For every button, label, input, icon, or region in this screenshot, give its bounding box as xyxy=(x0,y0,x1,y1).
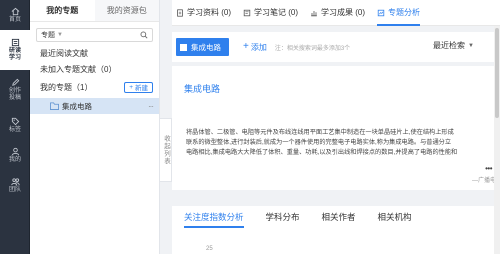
tab-subject-distribution[interactable]: 学科分布 xyxy=(266,206,300,228)
tab-related-authors[interactable]: 相关作者 xyxy=(322,206,356,228)
document-icon xyxy=(177,8,183,17)
content-tabs: 学习资料 (0) 学习笔记 (0) 学习成果 (0) 专题分析 xyxy=(172,0,500,26)
topic-item[interactable]: 集成电路 ··· xyxy=(30,98,159,114)
plus-icon: + xyxy=(129,83,133,91)
keyword-limit-note: 注：相关搜索词最多添加3个 xyxy=(274,45,351,52)
tab-my-resource-packs[interactable]: 我的资源包 xyxy=(95,0,160,21)
checkbox-icon xyxy=(180,43,187,51)
chevron-down-icon: ▼ xyxy=(468,42,474,49)
rail-item-home[interactable]: 首页 xyxy=(0,0,30,30)
rail-item-label: 首页 xyxy=(8,16,21,23)
topic-definition-card: 集成电路 将晶体管、二极管、电阻等元件及布线连线用平面工艺集中制造在一块单晶硅片… xyxy=(172,66,500,190)
tab-study-materials[interactable]: 学习资料 (0) xyxy=(176,0,231,26)
search-icon[interactable] xyxy=(140,31,148,39)
rail-item-label: 团队 xyxy=(8,186,21,193)
recent-docs-link[interactable]: 最近阅读文献 xyxy=(30,46,159,62)
expand-more-icon[interactable]: ••• xyxy=(485,164,492,173)
plus-icon: + xyxy=(243,41,249,52)
note-icon xyxy=(243,9,251,16)
home-icon xyxy=(11,7,19,15)
description-line: 电路相比,集成电路大大降低了体积、重量、功耗,以及引出线和焊接点的数目,并提高了… xyxy=(186,149,458,156)
tab-attention-index[interactable]: 关注度指数分析 xyxy=(184,206,244,228)
card-source: —广播电 xyxy=(471,178,496,184)
add-keyword-button[interactable]: + 添加 xyxy=(243,42,267,53)
folder-icon xyxy=(50,102,59,110)
card-title[interactable]: 集成电路 xyxy=(184,82,220,95)
topic-label: 集成电路 xyxy=(62,101,92,111)
tab-topic-analysis[interactable]: 专题分析 xyxy=(377,0,420,26)
tab-label: 学习资料 (0) xyxy=(187,8,231,17)
sort-dropdown[interactable]: 最近检索 ▼ xyxy=(433,40,474,51)
chart-axis-tick: 25 xyxy=(206,246,213,252)
topic-action-bar: 集成电路 + 添加 注：相关搜索词最多添加3个 最近检索 ▼ xyxy=(172,32,500,62)
topics-panel: 我的专题 我的资源包 专题 ▼ 最近阅读文献 未加入专题文献（0） 我的专题（1… xyxy=(30,0,160,254)
analysis-tabs: 关注度指数分析 学科分布 相关作者 相关机构 xyxy=(172,206,500,228)
new-topic-button[interactable]: + 新建 xyxy=(124,81,153,93)
user-icon xyxy=(11,147,19,155)
rail-item-me[interactable]: 我的 xyxy=(0,140,30,170)
tab-study-notes[interactable]: 学习笔记 (0) xyxy=(243,0,298,26)
topic-search-input[interactable]: 专题 ▼ xyxy=(36,28,153,42)
new-topic-label: 新建 xyxy=(135,85,148,92)
main-area: 学习资料 (0) 学习笔记 (0) 学习成果 (0) 专题分析 集成电路 + 添… xyxy=(172,0,500,254)
study-icon xyxy=(11,38,19,47)
tab-study-results[interactable]: 学习成果 (0) xyxy=(310,0,365,26)
result-icon xyxy=(311,10,317,16)
description-line: 将晶体管、二极管、电阻等元件及布线连线用平面工艺集中制造在一块单晶硅片上,使在结… xyxy=(186,129,454,136)
chevron-down-icon[interactable]: ▼ xyxy=(57,32,63,38)
scrollbar-thumb[interactable] xyxy=(495,28,499,118)
tab-label: 学习笔记 (0) xyxy=(254,8,298,17)
tag-icon xyxy=(11,117,19,125)
search-scope-select[interactable]: 专题 xyxy=(41,30,55,40)
collapse-list-handle[interactable]: 收起列表 xyxy=(160,118,172,182)
topic-keyword-button[interactable]: 集成电路 xyxy=(176,38,229,56)
rail-item-label: 标签 xyxy=(8,126,21,133)
rail-item-create[interactable]: 创作投稿 xyxy=(0,70,30,110)
card-description: 将晶体管、二极管、电阻等元件及布线连线用平面工艺集中制造在一块单晶硅片上,使在结… xyxy=(186,128,498,158)
rail-item-label: 我的 xyxy=(8,156,21,163)
rail-item-team[interactable]: 团队 xyxy=(0,170,30,200)
tab-related-institutions[interactable]: 相关机构 xyxy=(378,206,412,228)
rail-item-study[interactable]: 研读学习 xyxy=(0,30,30,70)
left-nav-rail: 首页 研读学习 创作投稿 标签 我的 团队 xyxy=(0,0,30,254)
create-icon xyxy=(11,78,19,86)
tab-label: 专题分析 xyxy=(388,8,420,17)
rail-item-label: 研读学习 xyxy=(8,48,21,61)
add-keyword-label: 添加 xyxy=(250,42,267,52)
not-added-docs-link[interactable]: 未加入专题文献（0） xyxy=(30,62,159,78)
sort-label: 最近检索 xyxy=(433,41,466,50)
analysis-icon xyxy=(377,9,385,16)
panel-tabs: 我的专题 我的资源包 xyxy=(30,0,159,22)
rail-item-label: 创作投稿 xyxy=(8,88,21,101)
my-topics-header: 我的专题（1） + 新建 xyxy=(30,78,159,96)
analysis-section: 关注度指数分析 学科分布 相关作者 相关机构 25 xyxy=(172,206,500,254)
rail-item-tag[interactable]: 标签 xyxy=(0,110,30,140)
tab-label: 学习成果 (0) xyxy=(321,8,365,17)
my-topics-label: 我的专题（1） xyxy=(40,82,93,92)
description-line: 联系的微型整体,进行封装后,就成为一个器件使用的完整电子电路实体,称为集成电路。… xyxy=(186,139,452,146)
tab-my-topics[interactable]: 我的专题 xyxy=(30,0,95,21)
more-options-icon[interactable]: ··· xyxy=(148,102,154,111)
team-icon xyxy=(10,177,20,185)
topic-keyword-label: 集成电路 xyxy=(191,42,221,52)
